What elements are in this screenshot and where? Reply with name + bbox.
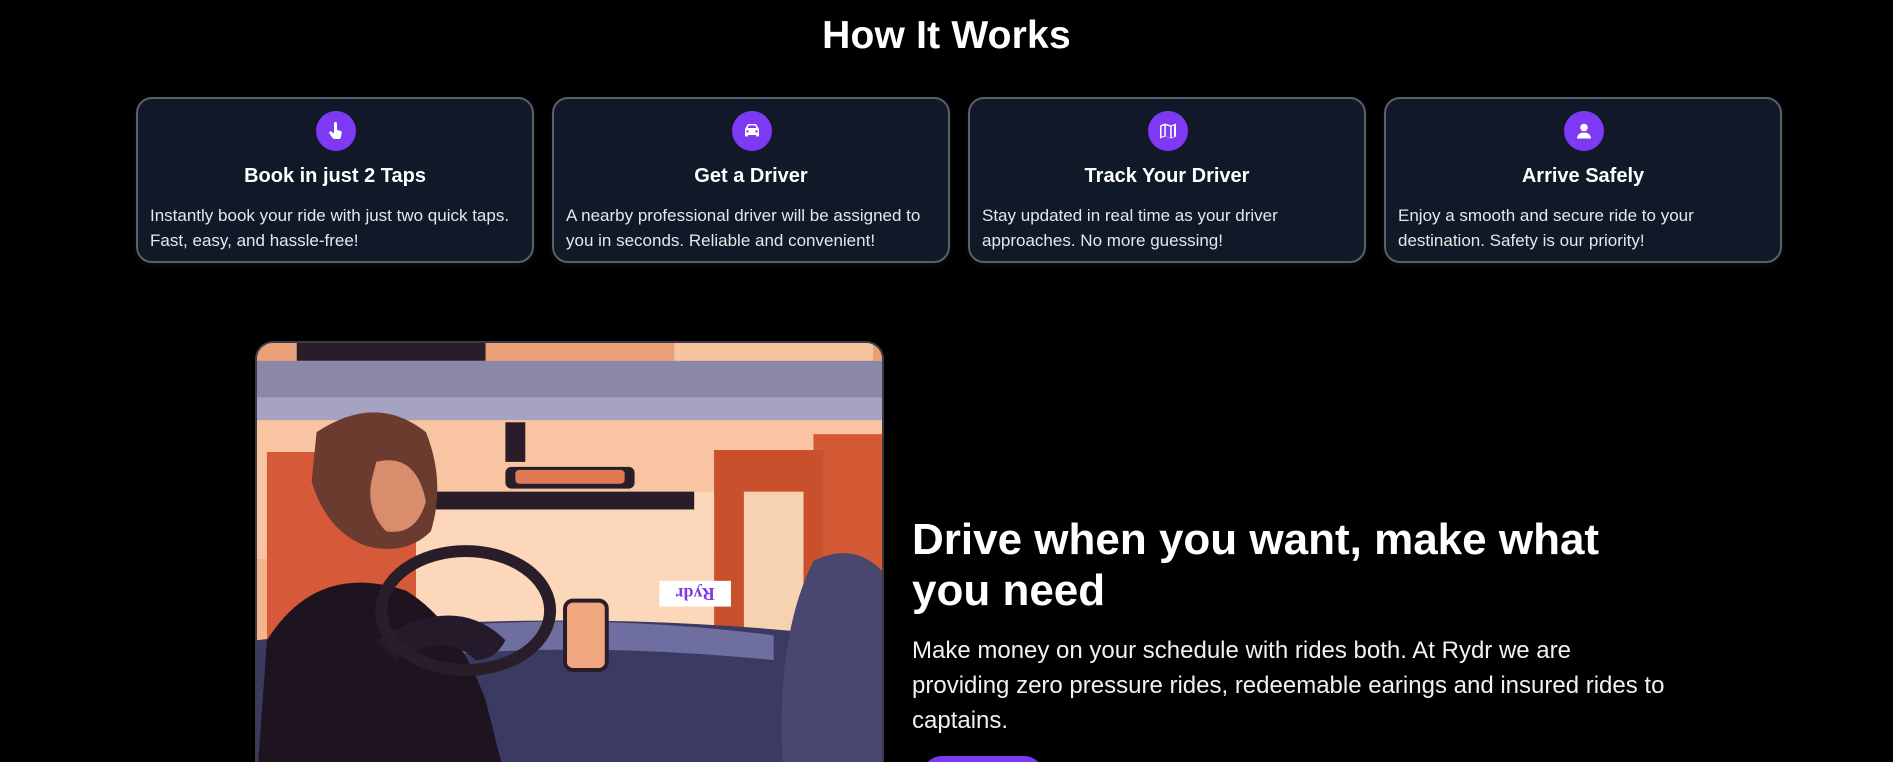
user-icon — [1564, 111, 1604, 151]
step-card-track: Track Your Driver Stay updated in real t… — [968, 97, 1366, 263]
step-card-book: Book in just 2 Taps Instantly book your … — [136, 97, 534, 263]
step-title: Track Your Driver — [1084, 165, 1250, 187]
step-title: Arrive Safely — [1521, 165, 1645, 187]
tap-hand-icon — [316, 111, 356, 151]
step-title: Book in just 2 Taps — [244, 165, 426, 187]
step-card-arrive: Arrive Safely Enjoy a smooth and secure … — [1384, 97, 1782, 263]
step-description: Enjoy a smooth and secure ride to your d… — [1398, 206, 1694, 250]
steps-grid: Book in just 2 Taps Instantly book your … — [136, 97, 1784, 263]
step-description: Instantly book your ride with just two q… — [150, 206, 510, 250]
step-description: A nearby professional driver will be ass… — [566, 206, 921, 250]
driver-illustration: Rydr — [255, 341, 884, 762]
map-icon — [1148, 111, 1188, 151]
step-card-driver: Get a Driver A nearby professional drive… — [552, 97, 950, 263]
step-description: Stay updated in real time as your driver… — [982, 206, 1278, 250]
drive-title: Drive when you want, make what you need — [912, 515, 1600, 615]
cta-button[interactable] — [922, 756, 1044, 762]
step-title: Get a Driver — [694, 165, 808, 187]
how-it-works-title: How It Works — [822, 14, 1071, 57]
drive-description: Make money on your schedule with rides b… — [912, 637, 1665, 734]
car-icon — [732, 111, 772, 151]
rydr-sign: Rydr — [676, 584, 715, 604]
